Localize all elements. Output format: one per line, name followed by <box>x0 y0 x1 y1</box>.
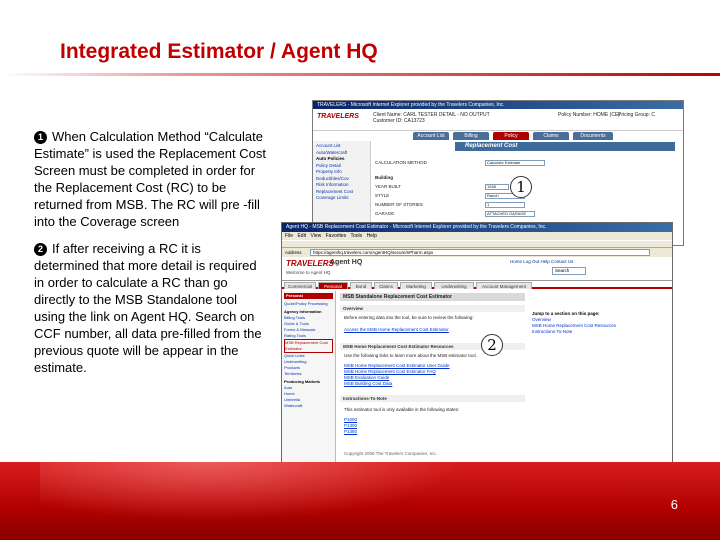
s1-tab-account-list[interactable]: Account List <box>413 132 449 140</box>
s2-window-title: Agent HQ - MSB Replacement Cost Estimato… <box>282 223 672 232</box>
s1-label-year-built: YEAR BUILT <box>375 184 401 189</box>
s2-resource-link[interactable]: MSB Home Replacement Cost Estimator FAQ <box>344 369 436 374</box>
s2-tab-bar: Commercial Personal Bond Claims Marketin… <box>282 281 672 289</box>
s2-section-overview: Overview <box>340 305 525 312</box>
s1-tab-policy[interactable]: Policy <box>493 132 529 140</box>
s1-label-style: STYLE <box>375 193 390 198</box>
s2-tab-personal[interactable]: Personal <box>318 282 348 289</box>
s1-client-info: Client Name: CARL TESTER DETAIL - NO OUT… <box>373 112 490 124</box>
paragraph-1: 1 When Calculation Method “Calculate Esti… <box>34 128 266 230</box>
s1-stories-select[interactable]: 1 <box>485 202 525 208</box>
s2-site-header: TRAVELERS Agent HQ Welcome to Agent HQ H… <box>282 257 672 281</box>
s2-resource-link[interactable]: MSB Evaluation Guide <box>344 375 389 380</box>
s2-logo: TRAVELERS <box>286 259 334 268</box>
s1-tab-documents[interactable]: Documents <box>573 132 613 140</box>
s1-garage-select[interactable]: ATTACHED GARAGE <box>485 211 535 217</box>
title-rule <box>0 73 720 76</box>
s2-instruction-link[interactable]: P1000 <box>344 417 357 422</box>
s2-overview-line: Before entering data into the tool, be s… <box>344 315 474 320</box>
s2-address-label: Address <box>285 250 302 255</box>
screenshot-agent-hq: Agent HQ - MSB Replacement Cost Estimato… <box>281 222 673 476</box>
s2-top-links[interactable]: Home Log Out Help Contact Us <box>510 259 573 264</box>
s2-search-input[interactable]: Search <box>552 267 586 275</box>
s2-nav-item-msb[interactable]: MSB Replacement Cost Estimator <box>284 339 333 353</box>
s2-toolbar <box>282 240 672 248</box>
s1-year-built-input[interactable]: 1948 <box>485 184 509 190</box>
s2-app-name: Agent HQ <box>330 259 363 266</box>
s1-logo: TRAVELERS <box>317 113 359 120</box>
paragraph-1-text: When Calculation Method “Calculate Estim… <box>34 129 266 229</box>
s2-address-bar: Address https://agenthq.travelers.com/Ag… <box>282 248 672 257</box>
s2-nav-item[interactable]: Territories <box>284 371 333 377</box>
s2-page-title: MSB Standalone Replacement Cost Estimato… <box>340 293 525 301</box>
paragraph-2-text: If after receiving a RC it is determined… <box>34 241 262 375</box>
s1-calc-method-select[interactable]: Calculate Estimate <box>485 160 545 166</box>
s2-tab-commercial[interactable]: Commercial <box>284 282 316 289</box>
s2-address-input[interactable]: https://agenthq.travelers.com/AgentHQ/se… <box>310 249 650 256</box>
s2-welcome-text: Welcome to Agent HQ <box>286 270 331 275</box>
s2-menu-favorites[interactable]: Favorites <box>326 233 347 239</box>
s1-side-item[interactable]: Coverage Limits <box>316 195 367 202</box>
s1-page-banner: Replacement Cost <box>455 142 675 151</box>
body-text: 1 When Calculation Method “Calculate Esti… <box>34 128 266 382</box>
s1-label-garage: GARAGE <box>375 211 395 216</box>
s1-label-stories: NUMBER OF STORIES <box>375 202 423 207</box>
s1-window-title: TRAVELERS - Microsoft Internet Explorer … <box>313 101 683 109</box>
page-number: 6 <box>670 497 678 512</box>
s1-tab-claims[interactable]: Claims <box>533 132 569 140</box>
s1-header: TRAVELERS Client Name: CARL TESTER DETAI… <box>313 109 683 131</box>
footer-glow <box>40 462 460 522</box>
paragraph-2: 2 If after receiving a RC it is determine… <box>34 240 266 376</box>
s1-tab-billing[interactable]: Billing <box>453 132 489 140</box>
s2-menu-tools[interactable]: Tools <box>350 233 362 239</box>
s2-nav-item[interactable]: Quote/Policy Processing <box>284 301 333 307</box>
s2-main-content: MSB Standalone Replacement Cost Estimato… <box>340 293 670 475</box>
s2-section-instructions: Instructions-To-Note <box>340 395 525 402</box>
s1-policy-number: Policy Number: HOME (CE) <box>558 112 620 118</box>
callout-2: 2 <box>481 334 503 356</box>
s2-menu-help[interactable]: Help <box>367 233 377 239</box>
s1-label-calc-method: CALCULATION METHOD <box>375 160 427 165</box>
s2-resource-intro: Use the following links to learn more ab… <box>344 353 477 358</box>
paragraph-1-marker: 1 <box>34 131 47 144</box>
callout-1: 1 <box>510 176 532 198</box>
s2-menu-bar: File Edit View Favorites Tools Help <box>282 232 672 240</box>
s2-instruction-intro: This estimator tool is only available in… <box>344 407 460 412</box>
s2-nav-heading: Personal <box>284 293 333 299</box>
s1-label-building: Building <box>375 175 393 180</box>
s2-tab-bond[interactable]: Bond <box>350 282 372 289</box>
slide-title: Integrated Estimator / Agent HQ <box>60 40 378 63</box>
s2-jump-link[interactable]: Instructions-To-Note <box>532 329 666 335</box>
s2-menu-view[interactable]: View <box>310 233 321 239</box>
s2-tab-account-management[interactable]: Account Management <box>476 282 532 289</box>
s2-tab-underwriting[interactable]: Underwriting <box>434 282 474 289</box>
s2-resource-link[interactable]: MSB Building Cost Data <box>344 381 392 386</box>
paragraph-2-marker: 2 <box>34 243 47 256</box>
s1-pricing-group: Pricing Group: C <box>618 112 655 118</box>
slide-header: Integrated Estimator / Agent HQ <box>0 28 720 78</box>
s2-menu-edit[interactable]: Edit <box>297 233 306 239</box>
s1-customer-id: Customer ID: CA13723 <box>373 118 425 124</box>
s2-resource-link[interactable]: MSB Home Replacement Cost Estimator User… <box>344 363 450 368</box>
s2-menu-file[interactable]: File <box>285 233 293 239</box>
s2-instruction-link[interactable]: P1300 <box>344 423 357 428</box>
s2-nav-item[interactable]: Watercraft <box>284 403 333 409</box>
s2-tab-marketing[interactable]: Marketing <box>400 282 432 289</box>
s2-jump-links: Jump to a section on this page: Overview… <box>532 311 666 335</box>
s2-tab-claims[interactable]: Claims <box>374 282 398 289</box>
s2-copyright: Copyright 2006 The Travelers Companies, … <box>344 451 437 456</box>
s1-tab-bar: Account List Billing Policy Claims Docum… <box>313 131 683 140</box>
s2-left-nav: Personal Quote/Policy Processing Agency … <box>282 291 336 475</box>
s2-instruction-link[interactable]: P1380 <box>344 429 357 434</box>
s2-access-msb-link[interactable]: Access the MSB Home Replacement Cost Est… <box>344 327 449 332</box>
